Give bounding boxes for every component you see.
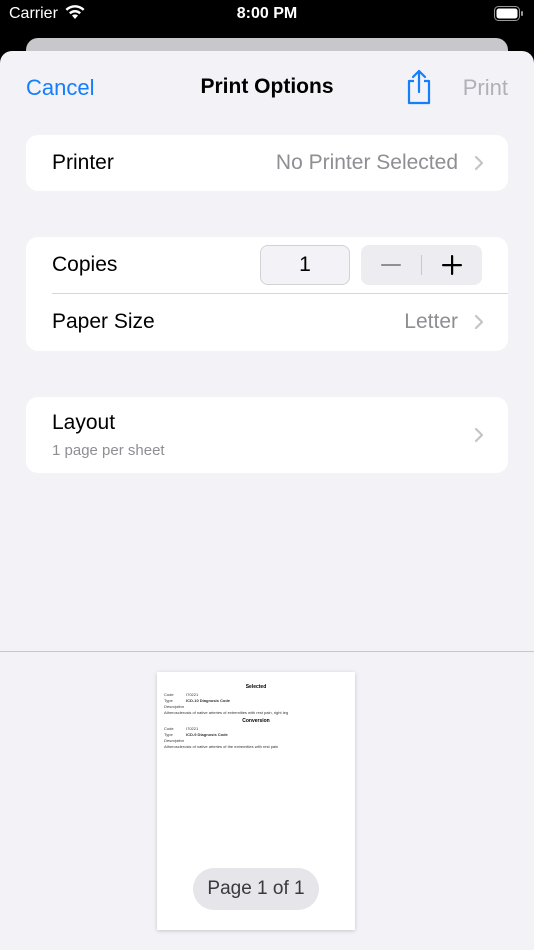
status-time: 8:00 PM [236, 5, 298, 22]
preview-code-label: Code [164, 692, 174, 697]
preview-type-value: ICD-10 Diagnosis Code [186, 698, 231, 703]
decrement-button[interactable] [361, 245, 421, 285]
chevron-right-icon [474, 314, 484, 335]
paper-size-row[interactable]: Paper Size Letter [26, 294, 508, 350]
page-title: Print Options [200, 75, 334, 98]
page-indicator: Page 1 of 1 [193, 868, 319, 910]
preview-description-label: Description [164, 704, 185, 709]
copies-paper-card: Copies 1 Paper Size Letter [26, 237, 508, 351]
preview-heading-conversion: Conversion [242, 718, 270, 724]
printer-card: Printer No Printer Selected [26, 135, 508, 191]
layout-label: Layout [52, 411, 116, 434]
print-options-sheet: Cancel Print Options Print Printer No Pr… [0, 51, 534, 950]
preview-description-value: Atherosclerosis of native arteries of th… [164, 744, 279, 749]
copies-label: Copies [52, 253, 118, 276]
paper-size-value: Letter [404, 310, 458, 333]
printer-value: No Printer Selected [275, 151, 458, 174]
increment-button[interactable] [422, 245, 482, 285]
preview-heading-selected: Selected [245, 684, 267, 690]
print-button[interactable]: Print [463, 75, 508, 101]
copies-row: Copies 1 [26, 237, 508, 293]
print-preview-area: Selected Code I70221 Type ICD-10 Diagnos… [0, 651, 534, 950]
preview-description-value: Atherosclerosis of native arteries of ex… [164, 710, 289, 715]
preview-type-value: ICD-9 Diagnosis Code [186, 732, 228, 737]
preview-description-label: Description [164, 738, 185, 743]
chevron-right-icon [474, 155, 484, 176]
minus-icon [381, 264, 401, 266]
navigation-bar: Cancel Print Options Print [0, 51, 534, 126]
copies-stepper [361, 245, 482, 285]
printer-label: Printer [52, 151, 114, 174]
copies-field[interactable]: 1 [260, 245, 350, 285]
layout-subtitle: 1 page per sheet [52, 442, 165, 459]
share-icon [407, 69, 431, 105]
battery-icon [494, 6, 524, 26]
share-button[interactable] [404, 69, 434, 105]
paper-size-label: Paper Size [52, 310, 155, 333]
preview-type-label: Type [164, 698, 173, 703]
status-bar: Carrier 8:00 PM [0, 0, 534, 40]
chevron-right-icon [474, 427, 484, 448]
plus-icon [442, 255, 462, 275]
preview-code-value: I70221 [186, 726, 199, 731]
printer-row[interactable]: Printer No Printer Selected [26, 135, 508, 191]
preview-code-label: Code [164, 726, 174, 731]
preview-type-label: Type [164, 732, 173, 737]
preview-code-value: I70221 [186, 692, 199, 697]
layout-card[interactable]: Layout 1 page per sheet [26, 397, 508, 473]
